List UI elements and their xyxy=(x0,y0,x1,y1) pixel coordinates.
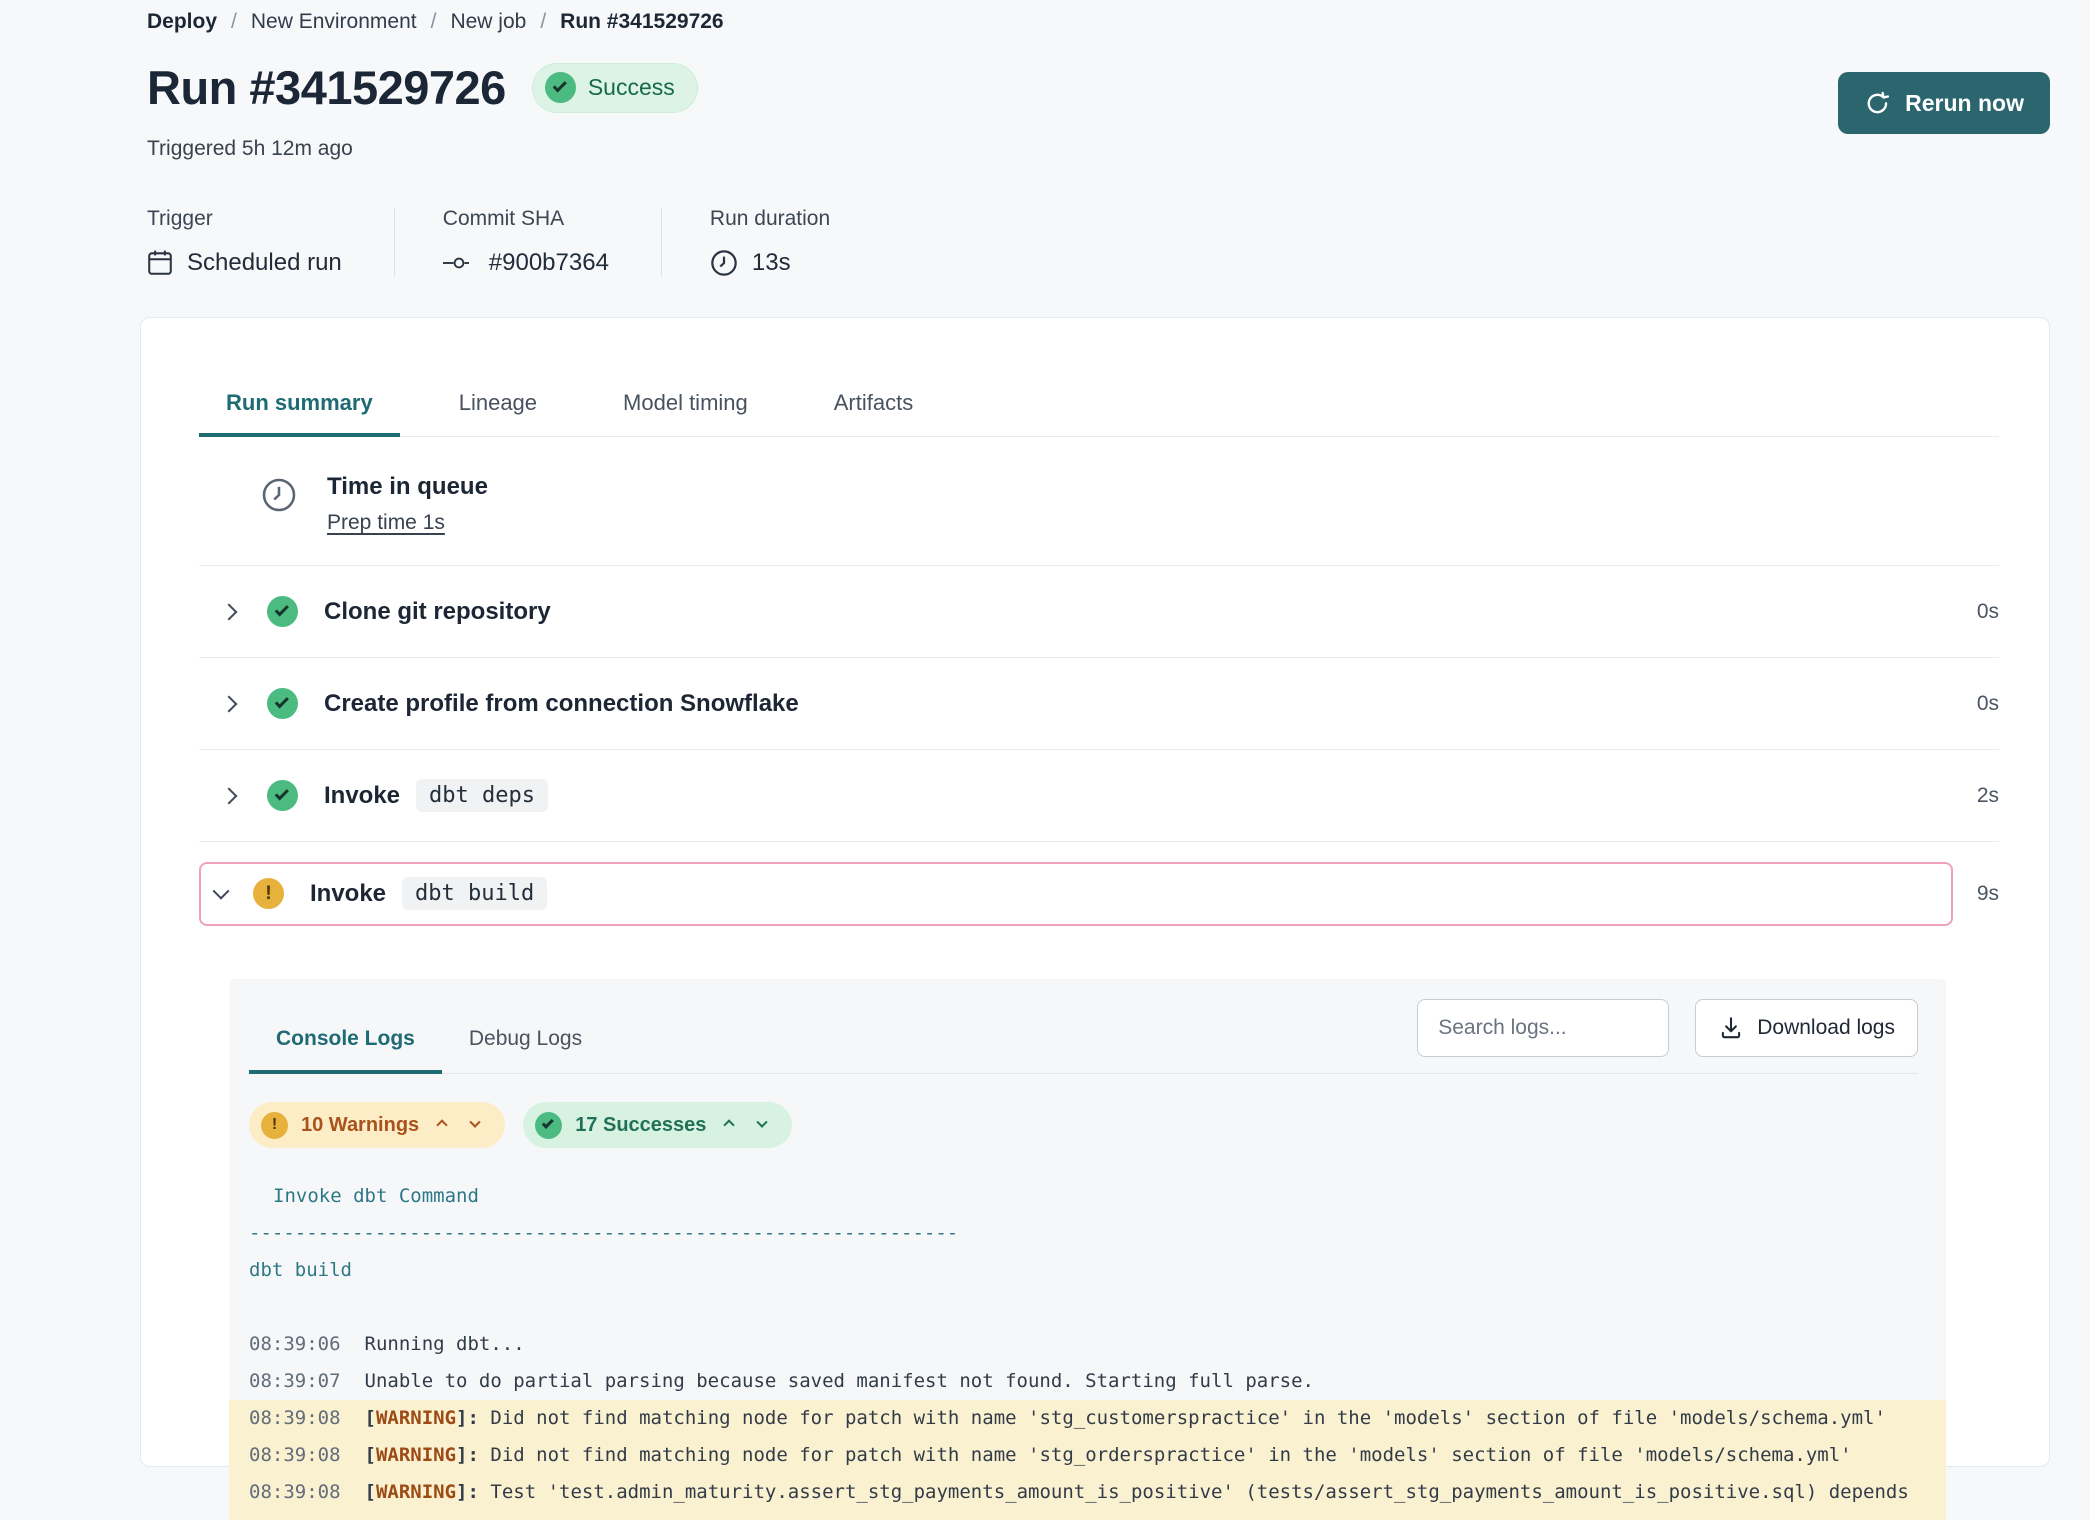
next-warning-button[interactable] xyxy=(465,1117,485,1133)
git-commit-icon xyxy=(443,256,475,270)
breadcrumb-new-job[interactable]: New job xyxy=(450,10,526,34)
meta-trigger-value: Scheduled run xyxy=(187,249,342,277)
expand-chevron-icon[interactable] xyxy=(223,698,243,710)
prev-warning-button[interactable] xyxy=(432,1117,452,1133)
step-create-profile[interactable]: Create profile from connection Snowflake… xyxy=(199,657,1999,749)
step-invoke-dbt-deps[interactable]: Invoke dbt deps 2s xyxy=(199,749,1999,841)
step-duration: 0s xyxy=(1977,692,1999,716)
meta-trigger-label: Trigger xyxy=(147,207,342,231)
meta-duration-value: 13s xyxy=(752,249,791,277)
success-check-icon xyxy=(535,1112,562,1139)
console-tabs: Console Logs Debug Logs xyxy=(249,1011,609,1073)
tab-run-summary[interactable]: Run summary xyxy=(199,390,400,437)
step-success-icon xyxy=(267,780,298,811)
log-divider: ----------------------------------------… xyxy=(249,1215,1918,1252)
breadcrumb: Deploy / New Environment / New job / Run… xyxy=(147,10,2050,34)
calendar-icon xyxy=(147,249,173,277)
log-blank-line xyxy=(249,1289,1918,1326)
tab-artifacts[interactable]: Artifacts xyxy=(807,390,940,437)
log-warning-line: 08:39:08[WARNING]: Test 'test.admin_matu… xyxy=(229,1474,1946,1520)
breadcrumb-separator: / xyxy=(231,10,237,34)
download-logs-label: Download logs xyxy=(1757,1016,1895,1040)
rerun-icon xyxy=(1864,90,1891,117)
breadcrumb-deploy[interactable]: Deploy xyxy=(147,10,217,34)
tab-console-logs[interactable]: Console Logs xyxy=(249,1011,442,1074)
step-invoke-dbt-build-header[interactable]: ! Invoke dbt build xyxy=(199,862,1953,926)
queue-clock-icon xyxy=(261,477,297,535)
prev-success-button[interactable] xyxy=(719,1117,739,1133)
tab-model-timing[interactable]: Model timing xyxy=(596,390,775,437)
tab-debug-logs[interactable]: Debug Logs xyxy=(442,1011,609,1074)
page-title: Run #341529726 xyxy=(147,60,506,115)
successes-count: 17 Successes xyxy=(575,1114,706,1137)
next-success-button[interactable] xyxy=(752,1117,772,1133)
rerun-button-label: Rerun now xyxy=(1905,90,2024,117)
step-title: Clone git repository xyxy=(324,598,551,626)
breadcrumb-separator: / xyxy=(540,10,546,34)
step-title: Invoke xyxy=(310,880,386,908)
time-in-queue-section: Time in queue Prep time 1s xyxy=(199,437,1999,565)
step-title: Create profile from connection Snowflake xyxy=(324,690,799,718)
prep-time-link[interactable]: Prep time 1s xyxy=(327,511,445,535)
meta-trigger: Trigger Scheduled run xyxy=(147,207,394,277)
step-clone-git-repository[interactable]: Clone git repository 0s xyxy=(199,565,1999,657)
breadcrumb-new-environment[interactable]: New Environment xyxy=(251,10,417,34)
step-success-icon xyxy=(267,596,298,627)
step-success-icon xyxy=(267,688,298,719)
warnings-count: 10 Warnings xyxy=(301,1114,419,1137)
meta-duration-label: Run duration xyxy=(710,207,830,231)
run-summary-card: Run summary Lineage Model timing Artifac… xyxy=(140,317,2050,1467)
status-badge-label: Success xyxy=(588,74,675,101)
warnings-pill: ! 10 Warnings xyxy=(249,1102,505,1148)
console-log-output: Invoke dbt Command ---------------------… xyxy=(249,1178,1918,1520)
collapse-chevron-icon[interactable] xyxy=(215,888,235,900)
rerun-now-button[interactable]: Rerun now xyxy=(1838,72,2050,134)
meta-commit-value: #900b7364 xyxy=(489,249,609,277)
download-icon xyxy=(1718,1015,1744,1041)
queue-title: Time in queue xyxy=(327,473,488,501)
step-command-chip: dbt deps xyxy=(416,779,548,812)
breadcrumb-current-run: Run #341529726 xyxy=(560,10,723,34)
step-warning-icon: ! xyxy=(253,878,284,909)
log-warning-line: 08:39:08[WARNING]: Did not find matching… xyxy=(229,1437,1946,1474)
main-tabs: Run summary Lineage Model timing Artifac… xyxy=(199,318,1999,437)
search-logs-input[interactable] xyxy=(1417,999,1669,1057)
warning-icon: ! xyxy=(261,1112,288,1139)
meta-duration: Run duration 13s xyxy=(661,207,882,277)
log-line: 08:39:06Running dbt... xyxy=(249,1326,1918,1363)
status-badge: Success xyxy=(532,63,698,113)
meta-commit: Commit SHA #900b7364 xyxy=(394,207,661,277)
page-header: Deploy / New Environment / New job / Run… xyxy=(0,0,2090,277)
step-command-chip: dbt build xyxy=(402,877,547,910)
step-duration: 0s xyxy=(1977,600,1999,624)
download-logs-button[interactable]: Download logs xyxy=(1695,999,1918,1057)
step-invoke-dbt-build[interactable]: ! Invoke dbt build 9s xyxy=(199,841,1999,945)
log-command: dbt build xyxy=(249,1252,1918,1289)
expand-chevron-icon[interactable] xyxy=(223,790,243,802)
step-title: Invoke xyxy=(324,782,400,810)
tab-lineage[interactable]: Lineage xyxy=(432,390,564,437)
clock-icon xyxy=(710,249,738,277)
run-metadata: Trigger Scheduled run Commit SHA xyxy=(147,207,2050,277)
log-warning-line: 08:39:08[WARNING]: Did not find matching… xyxy=(229,1400,1946,1437)
step-duration: 2s xyxy=(1977,784,1999,808)
log-line: 08:39:07Unable to do partial parsing bec… xyxy=(249,1363,1918,1400)
step-duration: 9s xyxy=(1977,882,1999,906)
console-logs-panel: Console Logs Debug Logs Download logs xyxy=(229,979,1946,1520)
triggered-timestamp: Triggered 5h 12m ago xyxy=(147,137,698,161)
meta-commit-label: Commit SHA xyxy=(443,207,609,231)
success-check-icon xyxy=(545,72,576,103)
breadcrumb-separator: / xyxy=(431,10,437,34)
expand-chevron-icon[interactable] xyxy=(223,606,243,618)
successes-pill: 17 Successes xyxy=(523,1102,792,1148)
log-command-header: Invoke dbt Command xyxy=(249,1178,1918,1215)
